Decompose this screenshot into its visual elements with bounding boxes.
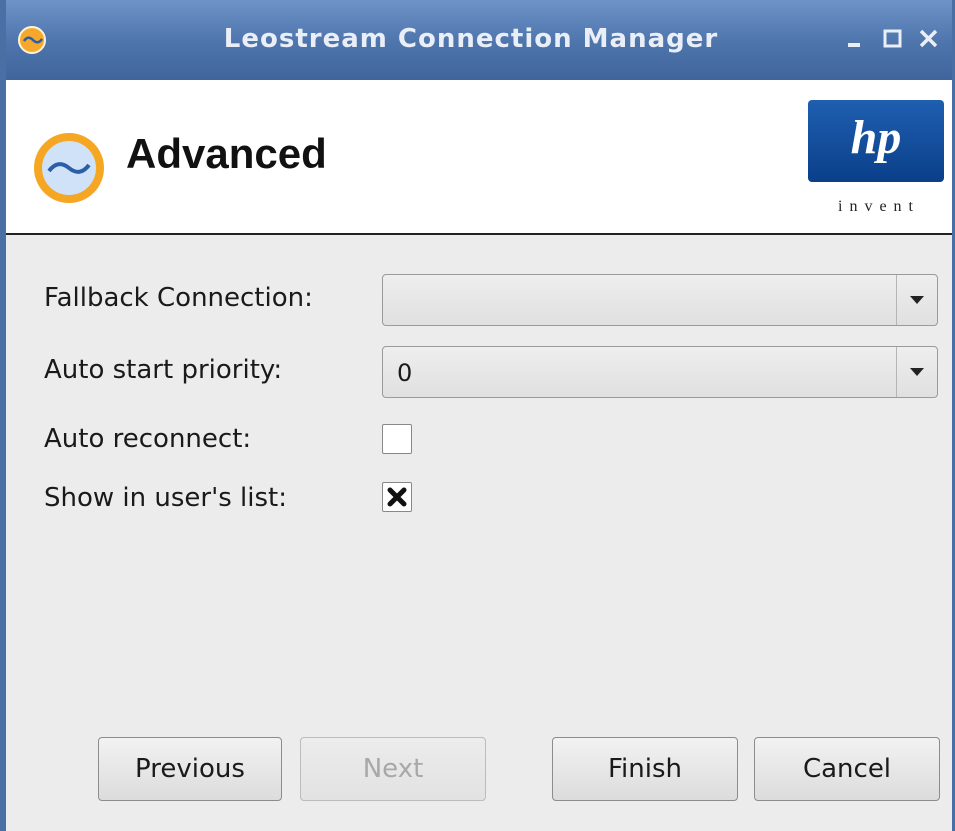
auto-reconnect-label: Auto reconnect: (44, 424, 252, 454)
auto-reconnect-checkbox[interactable] (382, 424, 412, 454)
chevron-down-icon (910, 296, 924, 304)
hp-logo-text: hp (850, 111, 902, 164)
page-title: Advanced (126, 130, 327, 177)
leostream-logo-icon (34, 133, 104, 203)
show-in-users-list-checkbox[interactable] (382, 482, 412, 512)
window-title: Leostream Connection Manager (223, 24, 719, 54)
maximize-icon (883, 29, 902, 48)
next-button[interactable]: Next (300, 737, 486, 801)
show-in-users-list-label: Show in user's list: (44, 483, 288, 513)
checkmark-x-icon (387, 487, 407, 507)
minimize-icon (848, 43, 860, 47)
auto-start-priority-value: 0 (397, 359, 413, 387)
title-bar[interactable]: Leostream Connection Manager (6, 0, 952, 80)
previous-button[interactable]: Previous (98, 737, 282, 801)
cancel-button[interactable]: Cancel (754, 737, 940, 801)
close-button[interactable] (916, 26, 942, 52)
dialog-window: Leostream Connection Manager Advanced hp… (0, 0, 955, 831)
hp-logo: hp (808, 100, 944, 182)
maximize-button[interactable] (880, 26, 906, 52)
fallback-connection-select[interactable] (382, 274, 938, 326)
page-header: Advanced hp invent (6, 80, 952, 235)
chevron-down-icon (910, 368, 924, 376)
auto-start-dropdown-button[interactable] (896, 347, 937, 397)
auto-start-priority-label: Auto start priority: (44, 355, 283, 385)
minimize-button[interactable] (842, 26, 868, 52)
fallback-connection-label: Fallback Connection: (44, 283, 313, 313)
close-icon (919, 29, 938, 48)
fallback-dropdown-button[interactable] (896, 275, 937, 325)
finish-button[interactable]: Finish (552, 737, 738, 801)
auto-start-priority-select[interactable]: 0 (382, 346, 938, 398)
hp-tagline: invent (838, 198, 920, 215)
